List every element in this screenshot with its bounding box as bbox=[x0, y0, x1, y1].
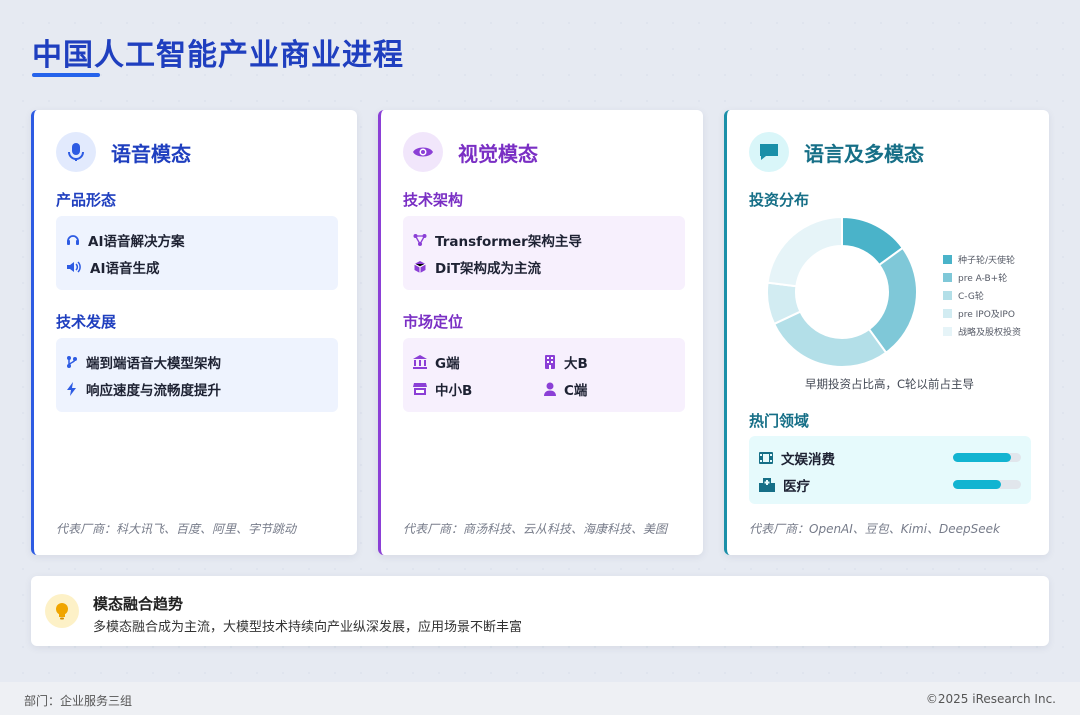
bolt-icon bbox=[67, 381, 76, 396]
page-title: 中国人工智能产业商业进程 bbox=[32, 38, 404, 73]
language-card-header: 语言及多模态 bbox=[749, 132, 924, 172]
list-item-label: 响应速度与流畅度提升 bbox=[86, 382, 221, 399]
pie-slice-5 bbox=[766, 215, 843, 288]
language-section-invest: 投资分布 bbox=[749, 191, 810, 209]
language-representatives: 代表厂商：OpenAI、豆包、Kimi、DeepSeek bbox=[749, 522, 1000, 536]
vision-arch-box: Transformer架构主导 DiT架构成为主流 bbox=[403, 216, 685, 290]
legend-item: pre IPO及IPO bbox=[943, 304, 1021, 322]
legend-swatch bbox=[943, 326, 952, 336]
list-item: 中小B bbox=[413, 375, 544, 402]
list-item: Transformer架构主导 bbox=[413, 226, 675, 253]
list-item: 大B bbox=[544, 348, 675, 375]
legend-item: 战略及股权投资 bbox=[943, 322, 1021, 340]
list-item-label: 端到端语音大模型架构 bbox=[86, 355, 221, 372]
list-item-label: 中小B bbox=[435, 382, 473, 399]
copyright: ©2025 iResearch Inc. bbox=[925, 692, 1056, 706]
title-underline bbox=[32, 73, 100, 77]
vision-card-title: 视觉模态 bbox=[458, 141, 538, 166]
government-icon bbox=[413, 354, 427, 369]
list-item-label: AI语音生成 bbox=[90, 260, 160, 277]
film-icon bbox=[759, 452, 773, 464]
hot-fields-box: 文娱消费 医疗 bbox=[749, 436, 1031, 504]
vision-card: 视觉模态 技术架构 Transformer架构主导 DiT架构成为主流 市场定位… bbox=[378, 110, 703, 555]
language-card-title: 语言及多模态 bbox=[804, 141, 924, 166]
investment-donut-chart bbox=[766, 215, 918, 368]
progress-fill bbox=[953, 453, 1011, 462]
headset-icon bbox=[67, 234, 79, 245]
vision-market-box: G端 大B 中小B C端 bbox=[403, 338, 685, 412]
speaker-icon bbox=[67, 260, 81, 273]
list-item-label: DiT架构成为主流 bbox=[435, 260, 542, 277]
building-icon bbox=[545, 354, 555, 369]
department-label: 部门：企业服务三组 bbox=[24, 694, 133, 708]
legend-swatch bbox=[943, 308, 952, 318]
list-item: 端到端语音大模型架构 bbox=[66, 348, 328, 375]
list-item-label: Transformer架构主导 bbox=[435, 233, 582, 250]
hospital-icon bbox=[759, 478, 775, 492]
list-item-label: G端 bbox=[435, 355, 460, 372]
vision-representatives: 代表厂商：商汤科技、云从科技、海康科技、美图 bbox=[403, 522, 668, 536]
network-icon bbox=[413, 233, 427, 246]
list-item-label: 医疗 bbox=[783, 479, 810, 495]
legend-label: pre A-B+轮 bbox=[958, 273, 1008, 284]
vision-section-market: 市场定位 bbox=[403, 313, 464, 331]
vision-card-header: 视觉模态 bbox=[403, 132, 538, 172]
legend-label: 种子轮/天使轮 bbox=[958, 255, 1016, 266]
page-footer: 部门：企业服务三组 ©2025 iResearch Inc. bbox=[0, 682, 1080, 715]
legend-item: C-G轮 bbox=[943, 286, 1021, 304]
pie-slice-2 bbox=[867, 246, 918, 355]
trend-panel: 模态融合趋势 多模态融合成为主流，大模型技术持续向产业纵深发展，应用场景不断丰富 bbox=[31, 576, 1049, 646]
pie-slice-3 bbox=[772, 310, 888, 368]
chart-note: 早期投资占比高，C轮以前占主导 bbox=[804, 377, 975, 391]
list-item: 文娱消费 bbox=[759, 448, 835, 468]
voice-card: 语音模态 产品形态 AI语音解决方案 AI语音生成 技术发展 端到端语音大模型架… bbox=[31, 110, 357, 555]
voice-representatives: 代表厂商：科大讯飞、百度、阿里、字节跳动 bbox=[56, 522, 297, 536]
list-item: 响应速度与流畅度提升 bbox=[66, 375, 328, 402]
chart-legend: 种子轮/天使轮 pre A-B+轮 C-G轮 pre IPO及IPO 战略及股权投资 bbox=[943, 250, 1021, 340]
voice-section-tech: 技术发展 bbox=[56, 313, 117, 331]
eye-icon bbox=[403, 132, 443, 172]
trend-title: 模态融合趋势 bbox=[93, 595, 184, 613]
legend-label: C-G轮 bbox=[958, 291, 984, 302]
legend-item: pre A-B+轮 bbox=[943, 268, 1021, 286]
list-item: G端 bbox=[413, 348, 544, 375]
microphone-icon bbox=[56, 132, 96, 172]
voice-tech-box: 端到端语音大模型架构 响应速度与流畅度提升 bbox=[56, 338, 338, 412]
legend-label: pre IPO及IPO bbox=[958, 309, 1015, 320]
list-item-label: AI语音解决方案 bbox=[88, 233, 185, 250]
progress-bar bbox=[953, 480, 1021, 489]
trend-description: 多模态融合成为主流，大模型技术持续向产业纵深发展，应用场景不断丰富 bbox=[93, 620, 523, 635]
list-item-label: 大B bbox=[564, 355, 588, 372]
progress-fill bbox=[953, 480, 1001, 489]
chat-icon bbox=[749, 132, 789, 172]
user-icon bbox=[544, 382, 556, 396]
cube-icon bbox=[414, 260, 426, 273]
store-icon bbox=[413, 382, 427, 395]
legend-swatch bbox=[943, 272, 952, 282]
lightbulb-icon bbox=[45, 594, 79, 628]
vision-section-arch: 技术架构 bbox=[403, 191, 464, 209]
list-item: DiT架构成为主流 bbox=[413, 253, 675, 280]
voice-card-header: 语音模态 bbox=[56, 132, 191, 172]
branch-icon bbox=[67, 355, 77, 368]
legend-label: 战略及股权投资 bbox=[958, 327, 1022, 338]
legend-swatch bbox=[943, 254, 952, 264]
list-item: AI语音解决方案 bbox=[66, 226, 328, 253]
voice-card-title: 语音模态 bbox=[111, 141, 191, 166]
progress-bar bbox=[953, 453, 1021, 462]
language-card: 语言及多模态 投资分布 种子轮/天使轮 pre A-B+轮 C-G轮 pre IPO及… bbox=[724, 110, 1049, 555]
list-item-label: 文娱消费 bbox=[781, 452, 835, 468]
voice-section-product: 产品形态 bbox=[56, 191, 117, 209]
language-section-hot: 热门领域 bbox=[749, 412, 810, 430]
list-item-label: C端 bbox=[564, 382, 588, 399]
voice-product-box: AI语音解决方案 AI语音生成 bbox=[56, 216, 338, 290]
legend-swatch bbox=[943, 290, 952, 300]
legend-item: 种子轮/天使轮 bbox=[943, 250, 1021, 268]
list-item: AI语音生成 bbox=[66, 253, 328, 280]
list-item: C端 bbox=[544, 375, 675, 402]
list-item: 医疗 bbox=[759, 475, 810, 495]
